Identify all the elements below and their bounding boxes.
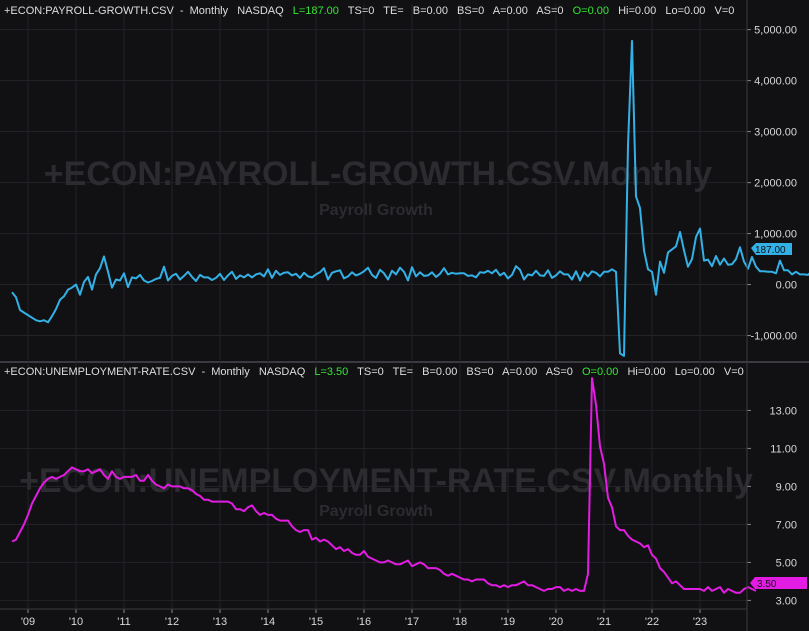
unemployment-header-ts: TS=0	[357, 366, 384, 378]
payroll-header-line: +ECON:PAYROLL-GROWTH.CSV - Monthly NASDA…	[4, 5, 734, 17]
payroll-y-tick-label: 3,000.00	[754, 127, 797, 139]
payroll-header-open: O=0.00	[573, 5, 609, 17]
payroll-header-last: L=187.00	[293, 5, 339, 17]
x-tick-label: '20	[549, 616, 563, 628]
unemployment-y-tick-label: 7.00	[776, 519, 797, 531]
payroll-y-tick-label: 4,000.00	[754, 76, 797, 88]
unemployment-header-v: V=0	[724, 366, 744, 378]
x-tick-label: '18	[453, 616, 467, 628]
unemployment-watermark-subtitle: Payroll Growth	[319, 503, 433, 520]
payroll-header-te: TE=	[383, 5, 403, 17]
unemployment-y-tick-label: 9.00	[776, 481, 797, 493]
x-tick-label: '19	[501, 616, 515, 628]
payroll-header-a: A=0.00	[493, 5, 528, 17]
x-tick-label: '11	[117, 616, 131, 628]
unemployment-header-b: B=0.00	[422, 366, 457, 378]
payroll-y-tick-label: 1,000.00	[754, 229, 797, 241]
x-tick-label: '16	[357, 616, 371, 628]
unemployment-header-symbol: +ECON:UNEMPLOYMENT-RATE.CSV	[4, 366, 196, 378]
x-tick-label: '09	[21, 616, 35, 628]
unemployment-y-tick-label: 3.00	[776, 595, 797, 607]
unemployment-header-hi: Hi=0.00	[627, 366, 665, 378]
payroll-header-bs: BS=0	[457, 5, 484, 17]
payroll-header-lo: Lo=0.00	[665, 5, 705, 17]
unemployment-watermark-title: +ECON:UNEMPLOYMENT-RATE.CSV.Monthly	[19, 462, 753, 500]
x-tick-label: '14	[261, 616, 275, 628]
unemployment-header-as: AS=0	[546, 366, 573, 378]
unemployment-y-tick-label: 11.00	[770, 443, 797, 455]
payroll-y-tick-label: 5,000.00	[754, 25, 797, 37]
time-axis[interactable]: '09 '10 '11 '12 '13 '14 '15 '16 '17 '18 '19 '20 '21 '…	[21, 609, 707, 628]
unemployment-header-te: TE=	[393, 366, 413, 378]
x-tick-label: '22	[645, 616, 659, 628]
payroll-header-ts: TS=0	[348, 5, 375, 17]
payroll-header: +ECON:PAYROLL-GROWTH.CSV - Monthly NASDA…	[4, 5, 734, 17]
payroll-header-hi: Hi=0.00	[618, 5, 656, 17]
x-tick-label: '21	[597, 616, 611, 628]
unemployment-last-value-label: 3.50	[757, 579, 777, 590]
unemployment-header-line: +ECON:UNEMPLOYMENT-RATE.CSV - Monthly NA…	[4, 366, 744, 378]
payroll-header-b: B=0.00	[413, 5, 448, 17]
stock-chart[interactable]: +ECON:PAYROLL-GROWTH.CSV.Monthly Payroll…	[0, 0, 809, 631]
payroll-header-as: AS=0	[536, 5, 563, 17]
payroll-watermark-subtitle: Payroll Growth	[319, 202, 433, 219]
chart-background	[0, 0, 809, 631]
unemployment-y-tick-label: 5.00	[776, 557, 797, 569]
unemployment-header-last: L=3.50	[314, 366, 348, 378]
unemployment-header-a: A=0.00	[502, 366, 537, 378]
unemployment-header-exchange: NASDAQ	[259, 366, 306, 378]
payroll-last-value-label: 187.00	[755, 245, 786, 256]
payroll-header-sep: -	[180, 5, 184, 17]
unemployment-header-period: Monthly	[211, 366, 250, 378]
unemployment-header-open: O=0.00	[582, 366, 618, 378]
payroll-last-value-badge: 187.00	[751, 243, 792, 256]
x-tick-label: '10	[69, 616, 83, 628]
unemployment-header-bs: BS=0	[466, 366, 493, 378]
x-tick-label: '23	[693, 616, 707, 628]
payroll-header-exchange: NASDAQ	[237, 5, 284, 17]
unemployment-header-lo: Lo=0.00	[675, 366, 715, 378]
x-tick-label: '13	[213, 616, 227, 628]
payroll-y-tick-label: 0.00	[776, 280, 797, 292]
x-tick-label: '17	[405, 616, 419, 628]
unemployment-last-value-badge: 3.50	[750, 577, 807, 590]
unemployment-header-sep: -	[201, 366, 205, 378]
payroll-header-symbol: +ECON:PAYROLL-GROWTH.CSV	[4, 5, 174, 17]
payroll-watermark-title: +ECON:PAYROLL-GROWTH.CSV.Monthly	[44, 155, 712, 193]
unemployment-header: +ECON:UNEMPLOYMENT-RATE.CSV - Monthly NA…	[4, 366, 744, 378]
payroll-header-v: V=0	[715, 5, 735, 17]
payroll-header-period: Monthly	[190, 5, 229, 17]
payroll-y-tick-label: 2,000.00	[754, 178, 797, 190]
x-tick-label: '15	[309, 616, 323, 628]
payroll-y-tick-label: -1,000.00	[751, 331, 797, 343]
panel-separator[interactable]	[0, 361, 809, 363]
unemployment-y-tick-label: 13.00	[769, 405, 797, 417]
x-tick-label: '12	[165, 616, 179, 628]
